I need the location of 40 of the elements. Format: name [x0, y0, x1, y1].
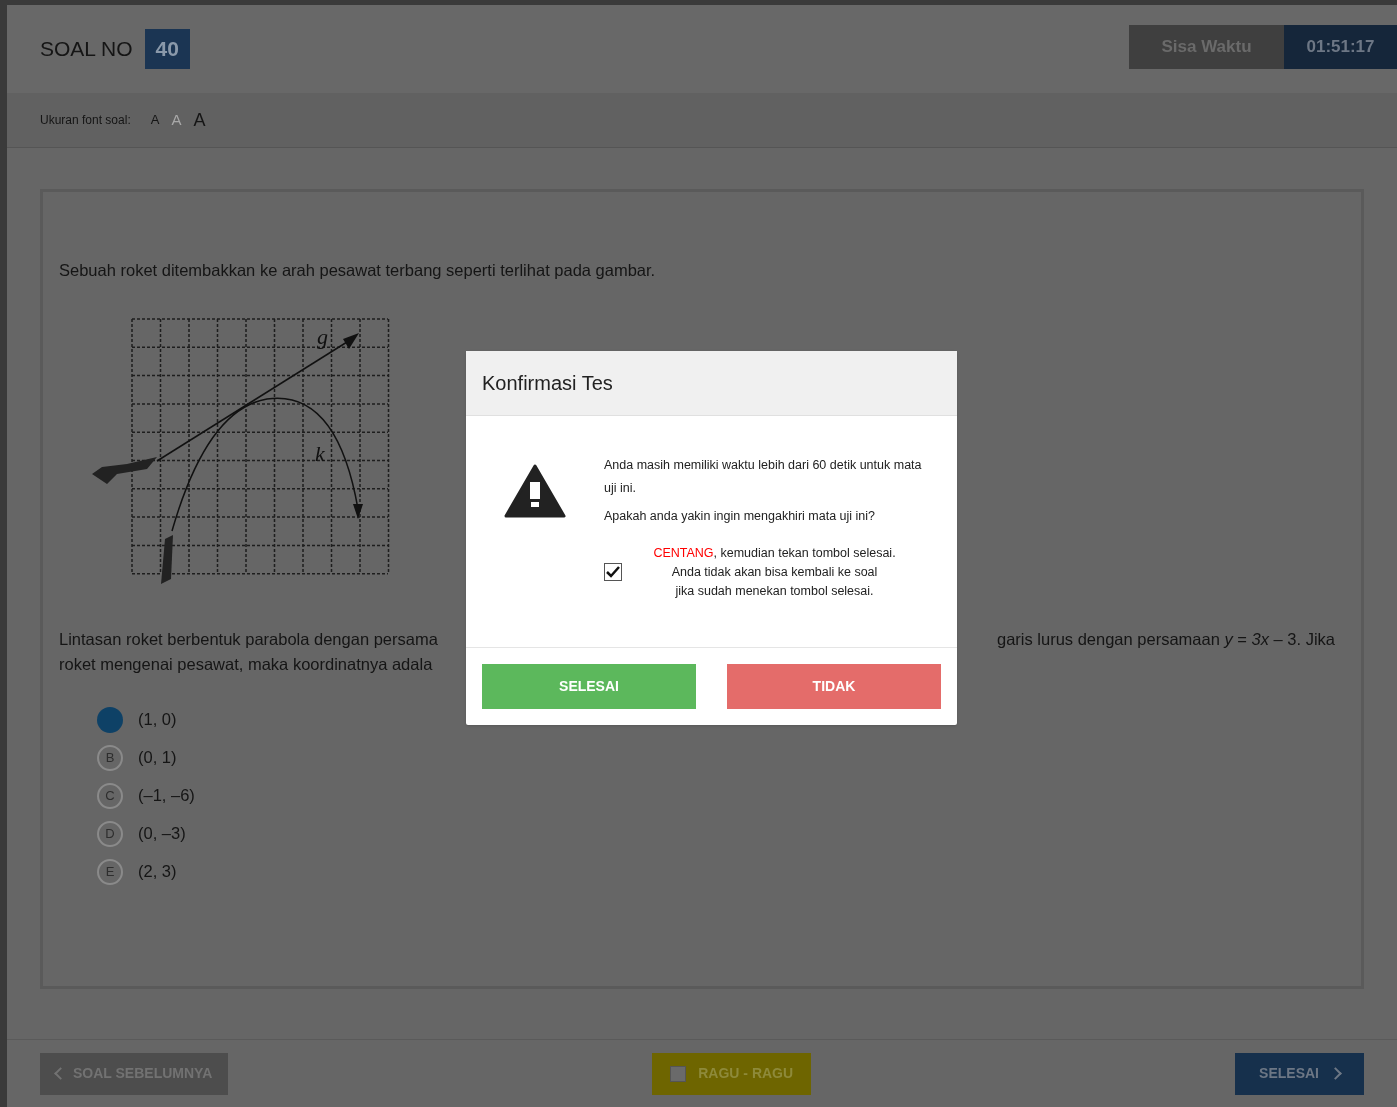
font-size-button[interactable]: A — [171, 108, 182, 132]
font-size-button[interactable]: A — [150, 110, 160, 130]
question-text: roket mengenai pesawat, maka koordinatnya adala — [59, 654, 433, 673]
option-text: (1, 0) — [138, 709, 177, 731]
doubt-button[interactable]: RAGU - RAGU — [652, 1052, 812, 1095]
option-radio[interactable]: E — [97, 858, 123, 885]
dialog-message: Apakah anda yakin ingin mengakhiri mata uji ini? — [604, 508, 876, 525]
dialog-title: Konfirmasi Tes — [482, 371, 613, 396]
option-text: (0, 1) — [138, 747, 177, 769]
option-radio[interactable]: B — [97, 744, 123, 771]
option-text: (–1, –6) — [138, 785, 195, 807]
option-text: (0, –3) — [138, 823, 186, 845]
question-text: garis lurus dengan persamaan y = 3x – 3. Jika — [996, 628, 1335, 650]
question-text: Lintasan roket berbentuk parabola dengan persama — [59, 628, 438, 650]
option-radio[interactable]: C — [97, 782, 123, 809]
option-radio[interactable] — [97, 706, 123, 733]
timer-value: 01:51:17 — [1284, 25, 1397, 69]
option-letter: B — [105, 749, 115, 767]
check-icon — [606, 566, 620, 579]
finish-button[interactable]: SELESAI — [1235, 1052, 1364, 1095]
doubt-checkbox[interactable] — [670, 1065, 687, 1082]
finish-confirm-button[interactable]: SELESAI — [482, 663, 696, 709]
option-letter: C — [105, 787, 115, 805]
confirm-checkbox[interactable] — [604, 563, 622, 582]
option-letter: D — [105, 825, 115, 843]
option-text: (2, 3) — [138, 861, 177, 883]
font-size-button[interactable]: A — [193, 106, 206, 134]
option-radio[interactable]: D — [97, 820, 123, 847]
question-number: 40 — [144, 29, 190, 69]
question-text: Sebuah roket ditembakkan ke arah pesawat terbang seperti terlihat pada gambar. — [59, 260, 657, 281]
cancel-button[interactable]: TIDAK — [727, 663, 941, 709]
confirm-instruction: CENTANG, kemudian tekan tombol selesai. — [653, 544, 896, 562]
option-letter: E — [105, 863, 115, 881]
question-number-label: SOAL NO — [40, 36, 133, 63]
font-size-label: Ukuran font soal: — [40, 112, 131, 129]
warning-icon — [504, 464, 566, 518]
confirm-warning: jika sudah menekan tombol selesai. — [675, 582, 874, 600]
rocket-trajectory-drawing: g k — [87, 308, 397, 599]
dialog-message: Anda masih memiliki waktu lebih dari 60 detik untuk mata uji ini. — [604, 457, 923, 497]
confirm-warning: Anda tidak akan bisa kembali ke soal — [671, 563, 878, 581]
